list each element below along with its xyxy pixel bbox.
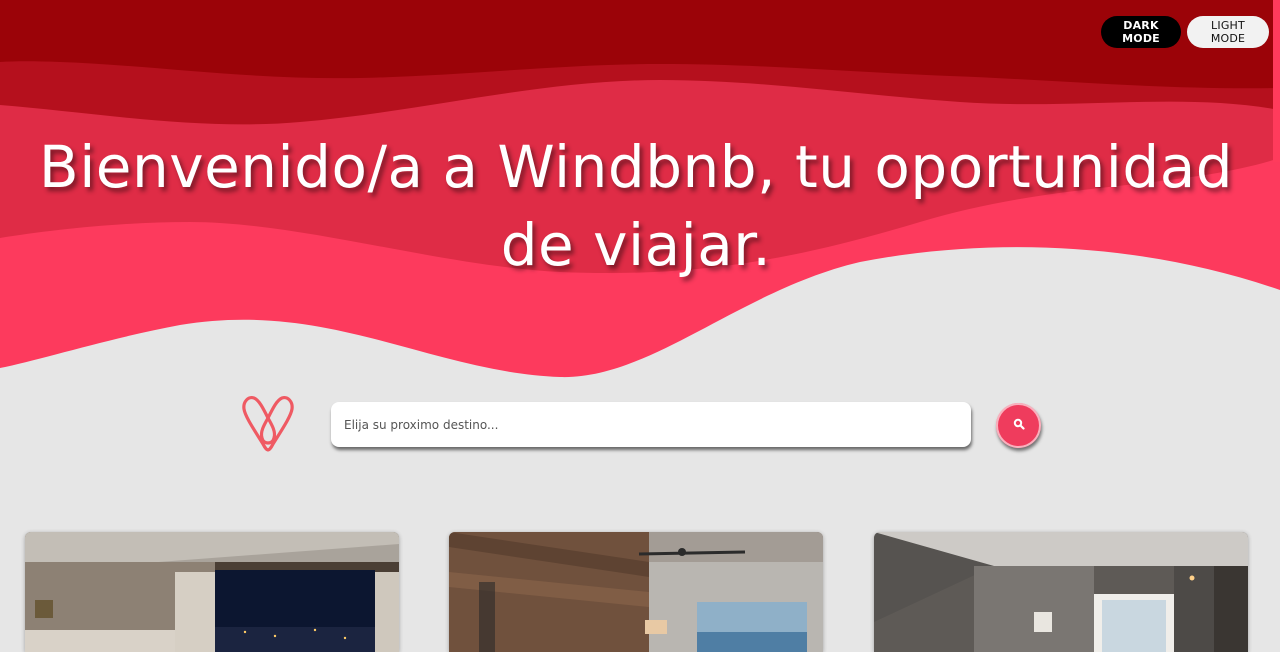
search-button[interactable]	[996, 403, 1041, 448]
search-icon	[1013, 418, 1025, 433]
page-title: Bienvenido/a a Windbnb, tu oportunidad d…	[38, 133, 1234, 279]
airbnb-logo-icon	[241, 394, 295, 454]
scrollbar-thumb[interactable]	[1273, 0, 1280, 162]
light-mode-button[interactable]: LIGHT MODE	[1187, 16, 1269, 48]
listing-image	[25, 532, 399, 652]
listing-card[interactable]	[25, 532, 399, 652]
listing-image	[874, 532, 1248, 652]
listing-card[interactable]	[449, 532, 823, 652]
listing-image	[449, 532, 823, 652]
destination-search-input[interactable]	[331, 402, 971, 447]
dark-mode-button[interactable]: DARK MODE	[1101, 16, 1181, 48]
listing-card[interactable]	[874, 532, 1248, 652]
